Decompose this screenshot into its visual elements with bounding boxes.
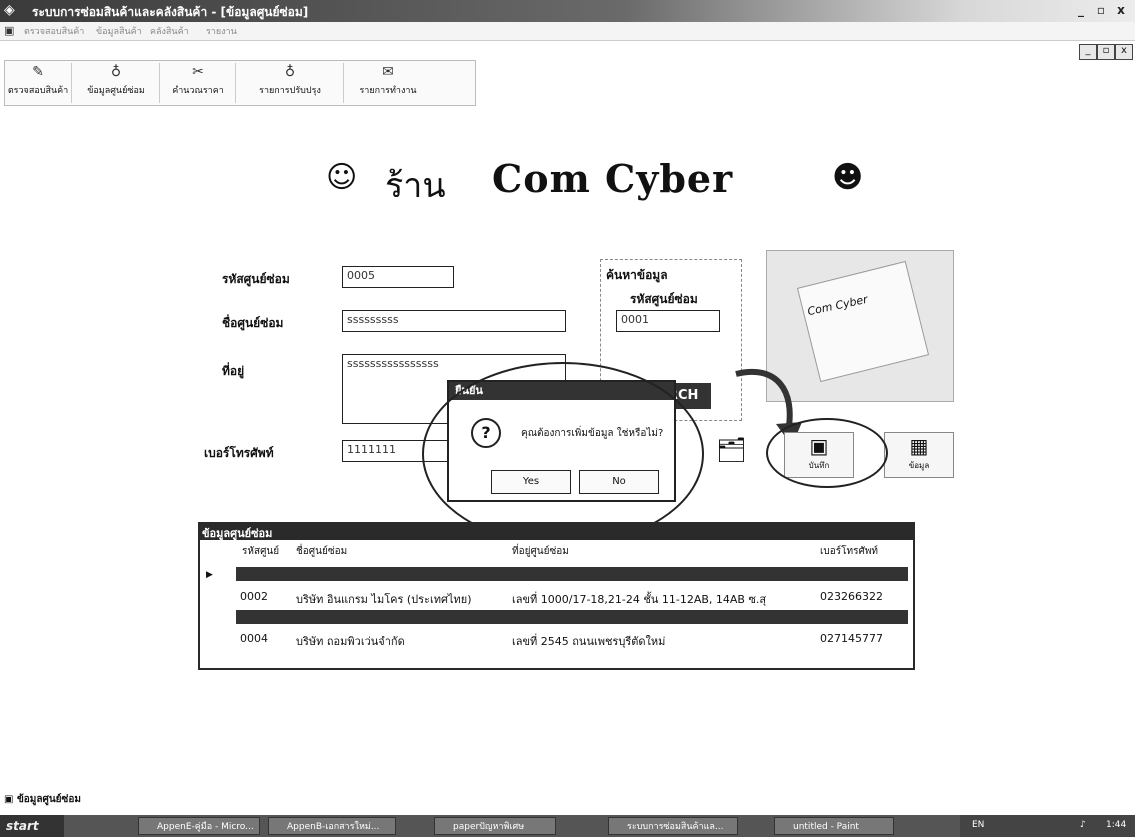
repair-center-grid: ข้อมูลศูนย์ซ่อม รหัสศูนย์ ชื่อศูนย์ซ่อม … xyxy=(198,522,915,670)
mdi-maximize-button[interactable]: ▫ xyxy=(1097,44,1115,60)
toolbar-repair-center[interactable]: ♁ ข้อมูลศูนย์ซ่อม xyxy=(73,63,160,103)
update-list-icon: ♁ xyxy=(284,64,296,80)
menu-item-product-data[interactable]: ข้อมูลสินค้า xyxy=(96,24,142,38)
toolbar-label: คำนวณราคา xyxy=(172,86,224,96)
banner-shop-label: ร้าน xyxy=(385,166,446,206)
data-button[interactable]: ▦ ข้อมูล xyxy=(884,432,954,478)
cell-address: เลขที่ 1000/17-18,21-24 ชั้น 11-12AB, 14… xyxy=(512,593,767,606)
mdi-close-button[interactable]: x xyxy=(1115,44,1133,60)
menu-item-check-product[interactable]: ตรวจสอบสินค้า xyxy=(24,24,84,38)
title-bar: ◈ ระบบการซ่อมสินค้าและคลังสินค้า - [ข้อม… xyxy=(0,0,1135,22)
toolbar-label: รายการปรับปรุง xyxy=(259,86,321,96)
task-button-paint[interactable]: untitled - Paint xyxy=(774,817,894,835)
menu-item-report[interactable]: รายงาน xyxy=(206,24,237,38)
mdi-icon: ▣ xyxy=(4,24,15,37)
clock: 1:44 xyxy=(1106,820,1127,830)
toolbar-label: ตรวจสอบสินค้า xyxy=(7,86,69,96)
name-input[interactable]: sssssssss xyxy=(342,310,566,332)
close-button[interactable]: x xyxy=(1112,2,1130,18)
toolbar-report[interactable]: ✉ รายการทำงาน xyxy=(345,63,431,103)
cell-name: บริษัท ถอมพิวเว่นจำกัด xyxy=(296,635,405,648)
toolbar-calculate[interactable]: ✂ คำนวณราคา xyxy=(161,63,236,103)
grid-row-separator xyxy=(236,567,908,581)
system-tray: EN ♪ 1:44 xyxy=(960,815,1135,837)
code-label: รหัสศูนย์ซ่อม xyxy=(222,272,290,286)
grid-header-code[interactable]: รหัสศูนย์ xyxy=(242,544,279,559)
grid-body: รหัสศูนย์ ชื่อศูนย์ซ่อม ที่อยู่ศูนย์ซ่อม… xyxy=(200,540,913,668)
banner-shop-name: Com Cyber xyxy=(492,156,734,201)
toolbar: ✎ ตรวจสอบสินค้า ♁ ข้อมูลศูนย์ซ่อม ✂ คำนว… xyxy=(4,60,476,106)
mdi-minimize-button[interactable]: _ xyxy=(1079,44,1097,60)
cell-code: 0004 xyxy=(240,632,268,645)
cell-address: เลขที่ 2545 ถนนเพชรบุรีตัดใหม่ xyxy=(512,635,666,648)
data-button-label: ข้อมูล xyxy=(908,461,930,470)
start-button[interactable]: start xyxy=(0,815,64,837)
language-indicator[interactable]: EN xyxy=(972,820,984,830)
taskbar: start AppenE-คู่มือ - Micro... AppenB-เอ… xyxy=(0,815,1135,837)
menu-bar: ▣ ตรวจสอบสินค้า ข้อมูลสินค้า คลังสินค้า … xyxy=(0,22,1135,41)
cell-phone: 023266322 xyxy=(820,590,883,603)
highlight-circle-dialog xyxy=(422,362,704,546)
cell-phone: 027145777 xyxy=(820,632,883,645)
minimize-button[interactable]: _ xyxy=(1072,2,1090,18)
toolbar-label: รายการทำงาน xyxy=(359,86,417,96)
task-button-folder[interactable]: paperปัญหาพิเศษ xyxy=(434,817,556,835)
check-product-icon: ✎ xyxy=(32,64,44,80)
folder-icon[interactable]: 🗂 xyxy=(716,436,746,464)
cell-code: 0002 xyxy=(240,590,268,603)
toolbar-check-product[interactable]: ✎ ตรวจสอบสินค้า xyxy=(5,63,72,103)
maximize-button[interactable]: ▫ xyxy=(1092,2,1110,18)
cartoon-right-icon: ☻ xyxy=(832,160,864,195)
repair-center-icon: ♁ xyxy=(110,64,122,80)
row-pointer-icon: ▶ xyxy=(206,570,213,580)
code-input[interactable]: 0005 xyxy=(342,266,454,288)
menu-item-warehouse[interactable]: คลังสินค้า xyxy=(150,24,189,38)
table-icon: ▦ xyxy=(909,434,929,458)
cartoon-left-icon: ☺ xyxy=(326,160,358,195)
task-button-app[interactable]: ระบบการซ่อมสินค้าแล... xyxy=(608,817,738,835)
tree-item-icon: ▣ xyxy=(4,794,17,805)
search-code-label: รหัสศูนย์ซ่อม xyxy=(630,292,698,306)
window-title: ระบบการซ่อมสินค้าและคลังสินค้า - [ข้อมูล… xyxy=(32,5,309,19)
cell-name: บริษัท อินแกรม ไมโคร (ประเทศไทย) xyxy=(296,593,472,606)
address-label: ที่อยู่ xyxy=(222,364,245,378)
toolbar-update-list[interactable]: ♁ รายการปรับปรุง xyxy=(237,63,344,103)
volume-icon[interactable]: ♪ xyxy=(1080,820,1086,830)
tree-item-repair-center[interactable]: ▣ ข้อมูลศูนย์ซ่อม xyxy=(4,792,81,807)
calculate-icon: ✂ xyxy=(192,64,204,80)
logo-card xyxy=(796,260,930,383)
tree-item-label: ข้อมูลศูนย์ซ่อม xyxy=(16,794,81,805)
toolbar-label: ข้อมูลศูนย์ซ่อม xyxy=(87,86,145,96)
highlight-circle-save xyxy=(766,418,888,488)
app-icon: ◈ xyxy=(4,2,15,18)
grid-header-name[interactable]: ชื่อศูนย์ซ่อม xyxy=(296,544,347,559)
search-input[interactable]: 0001 xyxy=(616,310,720,332)
report-icon: ✉ xyxy=(382,64,394,80)
grid-header-address[interactable]: ที่อยู่ศูนย์ซ่อม xyxy=(512,544,569,559)
task-button-word2[interactable]: AppenB-เอกสารใหม่... xyxy=(268,817,396,835)
phone-label: เบอร์โทรศัพท์ xyxy=(204,446,274,460)
grid-row-separator xyxy=(236,610,908,624)
grid-header-phone[interactable]: เบอร์โทรศัพท์ xyxy=(820,544,878,559)
task-button-word1[interactable]: AppenE-คู่มือ - Micro... xyxy=(138,817,260,835)
name-label: ชื่อศูนย์ซ่อม xyxy=(222,316,284,330)
search-title: ค้นหาข้อมูล xyxy=(606,268,668,282)
